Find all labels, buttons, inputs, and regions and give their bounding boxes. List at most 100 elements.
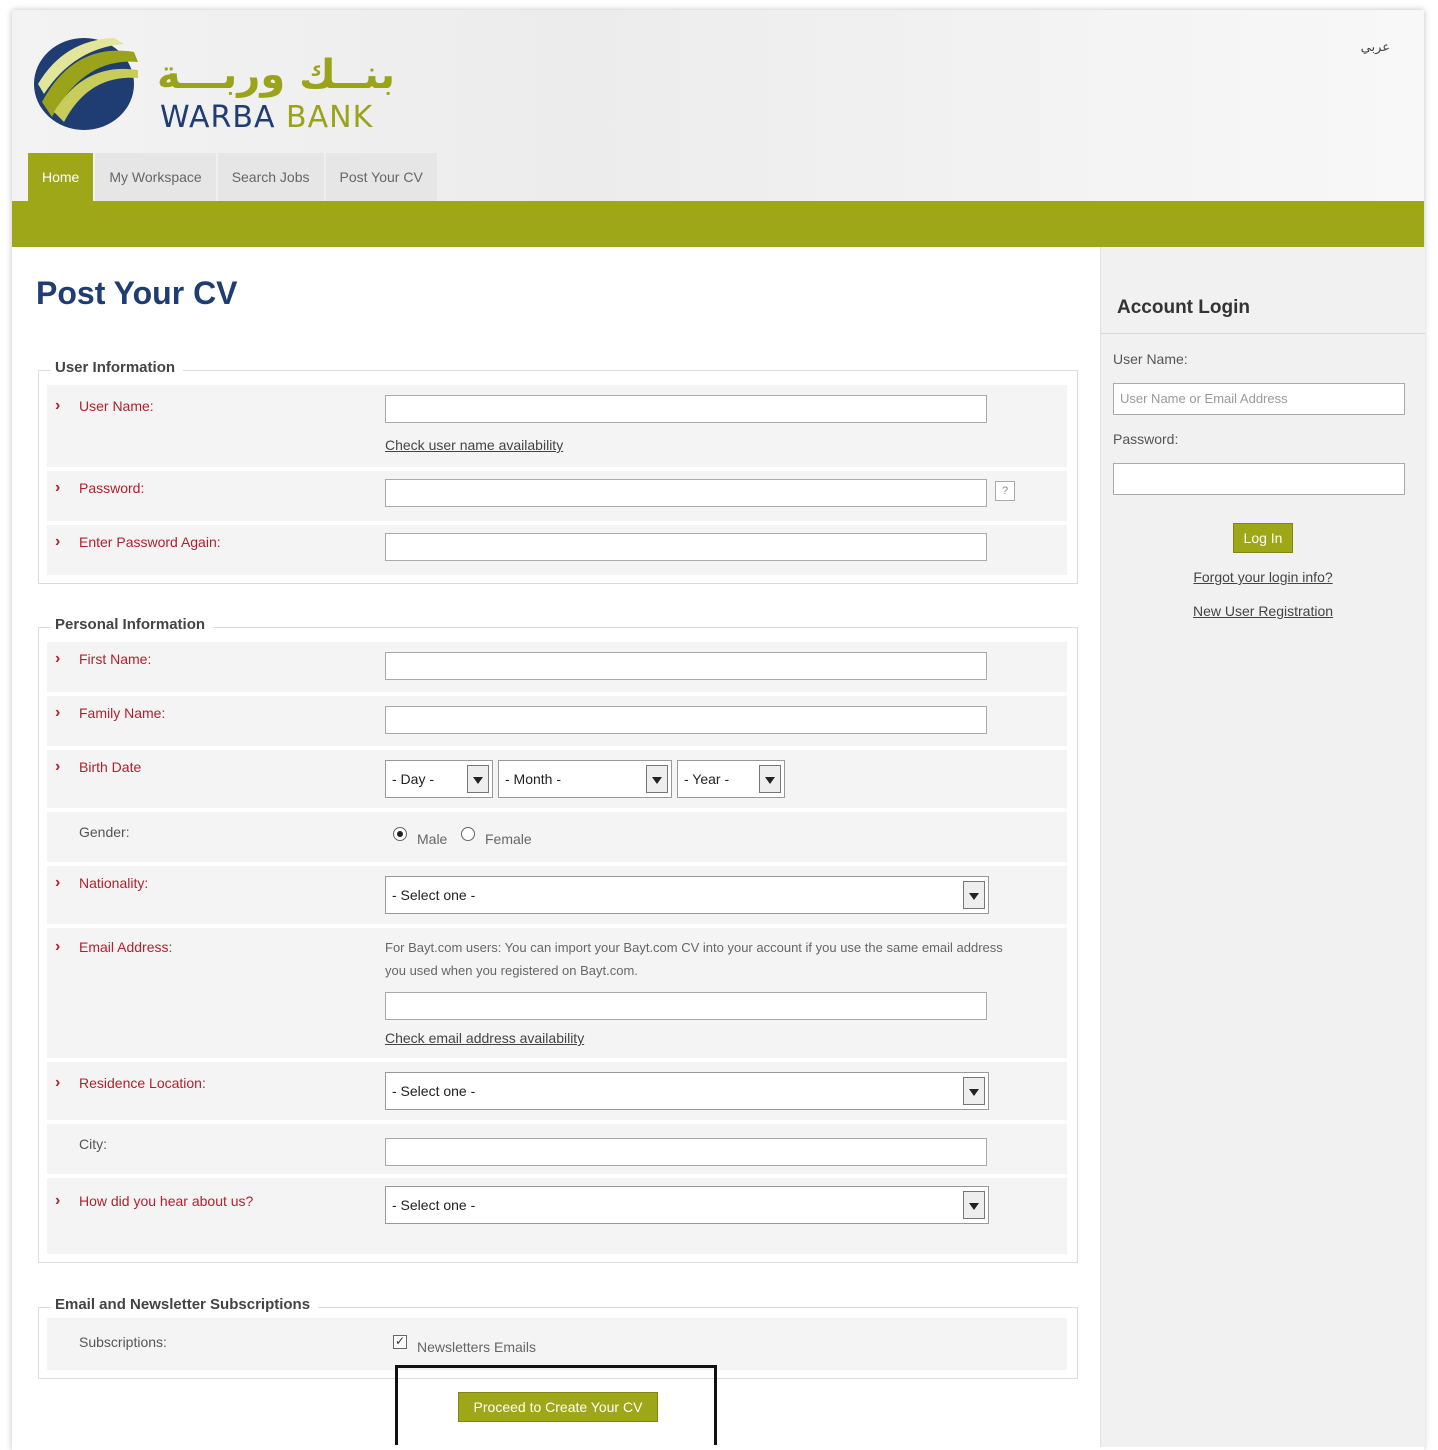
required-arrow-icon: › (55, 758, 61, 775)
password-help-icon[interactable]: ? (995, 481, 1015, 501)
form-row: › User Name: Check user name availabilit… (47, 385, 1067, 467)
section-legend: User Information (51, 359, 184, 376)
select-value: - Day - (392, 771, 434, 787)
username-label: User Name: (79, 398, 154, 414)
check-email-link[interactable]: Check email address availability (385, 1030, 584, 1046)
email-label: Email Address: (79, 939, 173, 955)
section-legend: Email and Newsletter Subscriptions (51, 1296, 319, 1313)
email-input[interactable] (385, 992, 987, 1020)
gender-label: Gender: (79, 824, 130, 840)
select-value: - Year - (684, 771, 730, 787)
hear-about-us-label: How did you hear about us? (79, 1193, 254, 1209)
subscriptions-label: Subscriptions: (79, 1334, 167, 1350)
highlight-box: Proceed to Create Your CV (395, 1365, 717, 1445)
warba-logo-icon (34, 38, 138, 130)
select-value: - Select one - (392, 1083, 476, 1099)
chevron-down-icon (963, 1077, 985, 1105)
select-value: - Select one - (392, 887, 476, 903)
gender-female-radio[interactable] (461, 827, 475, 841)
main-content: Post Your CV User Information › User Nam… (12, 247, 1100, 1447)
required-arrow-icon: › (55, 938, 61, 955)
login-username-label: User Name: (1113, 351, 1188, 367)
select-value: - Month - (505, 771, 562, 787)
form-row: › Email Address: For Bayt.com users: You… (47, 928, 1067, 1058)
chevron-down-icon (646, 765, 668, 793)
language-switch-link[interactable]: عربي (1361, 40, 1390, 55)
first-name-input[interactable] (385, 652, 987, 680)
form-row: Subscriptions: ✓ Newsletters Emails (47, 1318, 1067, 1370)
username-input[interactable] (385, 395, 987, 423)
password-again-input[interactable] (385, 533, 987, 561)
form-row: › First Name: (47, 642, 1067, 692)
logo-english-text: WARBA BANK (160, 100, 373, 135)
logo-warba-word: WARBA (160, 100, 276, 135)
section-legend: Personal Information (51, 616, 214, 633)
required-arrow-icon: › (55, 533, 61, 550)
form-row: City: (47, 1124, 1067, 1174)
chevron-down-icon (963, 881, 985, 909)
select-value: - Select one - (392, 1197, 476, 1213)
main-nav: Home My Workspace Search Jobs Post Your … (28, 153, 439, 201)
family-name-input[interactable] (385, 706, 987, 734)
login-username-input[interactable]: User Name or Email Address (1113, 383, 1405, 415)
tab-home[interactable]: Home (28, 153, 94, 201)
required-arrow-icon: › (55, 1192, 61, 1209)
new-user-registration-link[interactable]: New User Registration (1101, 603, 1425, 619)
proceed-button[interactable]: Proceed to Create Your CV (458, 1392, 658, 1422)
residence-location-label: Residence Location: (79, 1075, 206, 1091)
form-row: › How did you hear about us? - Select on… (47, 1178, 1067, 1254)
required-arrow-icon: › (55, 650, 61, 667)
page-title: Post Your CV (36, 275, 238, 311)
hear-about-us-select[interactable]: - Select one - (385, 1186, 989, 1224)
chevron-down-icon (963, 1191, 985, 1219)
user-information-section: User Information › User Name: Check user… (38, 359, 1078, 584)
email-import-note: For Bayt.com users: You can import your … (385, 940, 1003, 978)
gender-male-radio[interactable] (393, 827, 407, 841)
form-row: › Residence Location: - Select one - (47, 1062, 1067, 1120)
login-button[interactable]: Log In (1233, 523, 1293, 553)
account-login-sidebar: Account Login User Name: User Name or Em… (1100, 247, 1425, 1447)
account-login-title: Account Login (1117, 297, 1250, 318)
form-row: › Nationality: - Select one - (47, 866, 1067, 924)
chevron-down-icon (467, 765, 489, 793)
nationality-label: Nationality: (79, 875, 149, 891)
newsletter-label: Newsletters Emails (417, 1339, 537, 1355)
password-input[interactable] (385, 479, 987, 507)
family-name-label: Family Name: (79, 705, 166, 721)
birth-date-label: Birth Date (79, 759, 142, 775)
residence-location-select[interactable]: - Select one - (385, 1072, 989, 1110)
login-password-input[interactable] (1113, 463, 1405, 495)
required-arrow-icon: › (55, 704, 61, 721)
birth-month-select[interactable]: - Month - (498, 760, 672, 798)
gender-female-label: Female (485, 831, 532, 847)
chevron-down-icon (759, 765, 781, 793)
logo-arabic-text: بنــك وربـــة (157, 52, 396, 98)
forgot-login-link[interactable]: Forgot your login info? (1101, 569, 1425, 585)
required-arrow-icon: › (55, 1074, 61, 1091)
birth-day-select[interactable]: - Day - (385, 760, 493, 798)
tab-search-jobs[interactable]: Search Jobs (217, 153, 324, 201)
form-row: Gender: Male Female (47, 812, 1067, 862)
required-arrow-icon: › (55, 397, 61, 414)
required-arrow-icon: › (55, 479, 61, 496)
password-label: Password: (79, 480, 145, 496)
site-header: بنــك وربـــة WARBA BANK عربي Home My Wo… (12, 10, 1424, 202)
password-again-label: Enter Password Again: (79, 534, 221, 550)
form-row: › Enter Password Again: (47, 525, 1067, 575)
tab-post-your-cv[interactable]: Post Your CV (325, 153, 437, 201)
form-row: › Password: ? (47, 471, 1067, 521)
login-password-label: Password: (1113, 431, 1179, 447)
nationality-select[interactable]: - Select one - (385, 876, 989, 914)
tab-my-workspace[interactable]: My Workspace (95, 153, 216, 201)
nav-green-bar (12, 201, 1424, 247)
newsletter-checkbox[interactable]: ✓ (393, 1335, 407, 1349)
page-frame: بنــك وربـــة WARBA BANK عربي Home My Wo… (12, 10, 1425, 1450)
required-arrow-icon: › (55, 874, 61, 891)
birth-year-select[interactable]: - Year - (677, 760, 785, 798)
city-input[interactable] (385, 1138, 987, 1166)
form-row: › Family Name: (47, 696, 1067, 746)
form-row: › Birth Date - Day - - Month - - Year - (47, 750, 1067, 808)
first-name-label: First Name: (79, 651, 152, 667)
check-username-link[interactable]: Check user name availability (385, 437, 563, 453)
city-label: City: (79, 1136, 107, 1152)
